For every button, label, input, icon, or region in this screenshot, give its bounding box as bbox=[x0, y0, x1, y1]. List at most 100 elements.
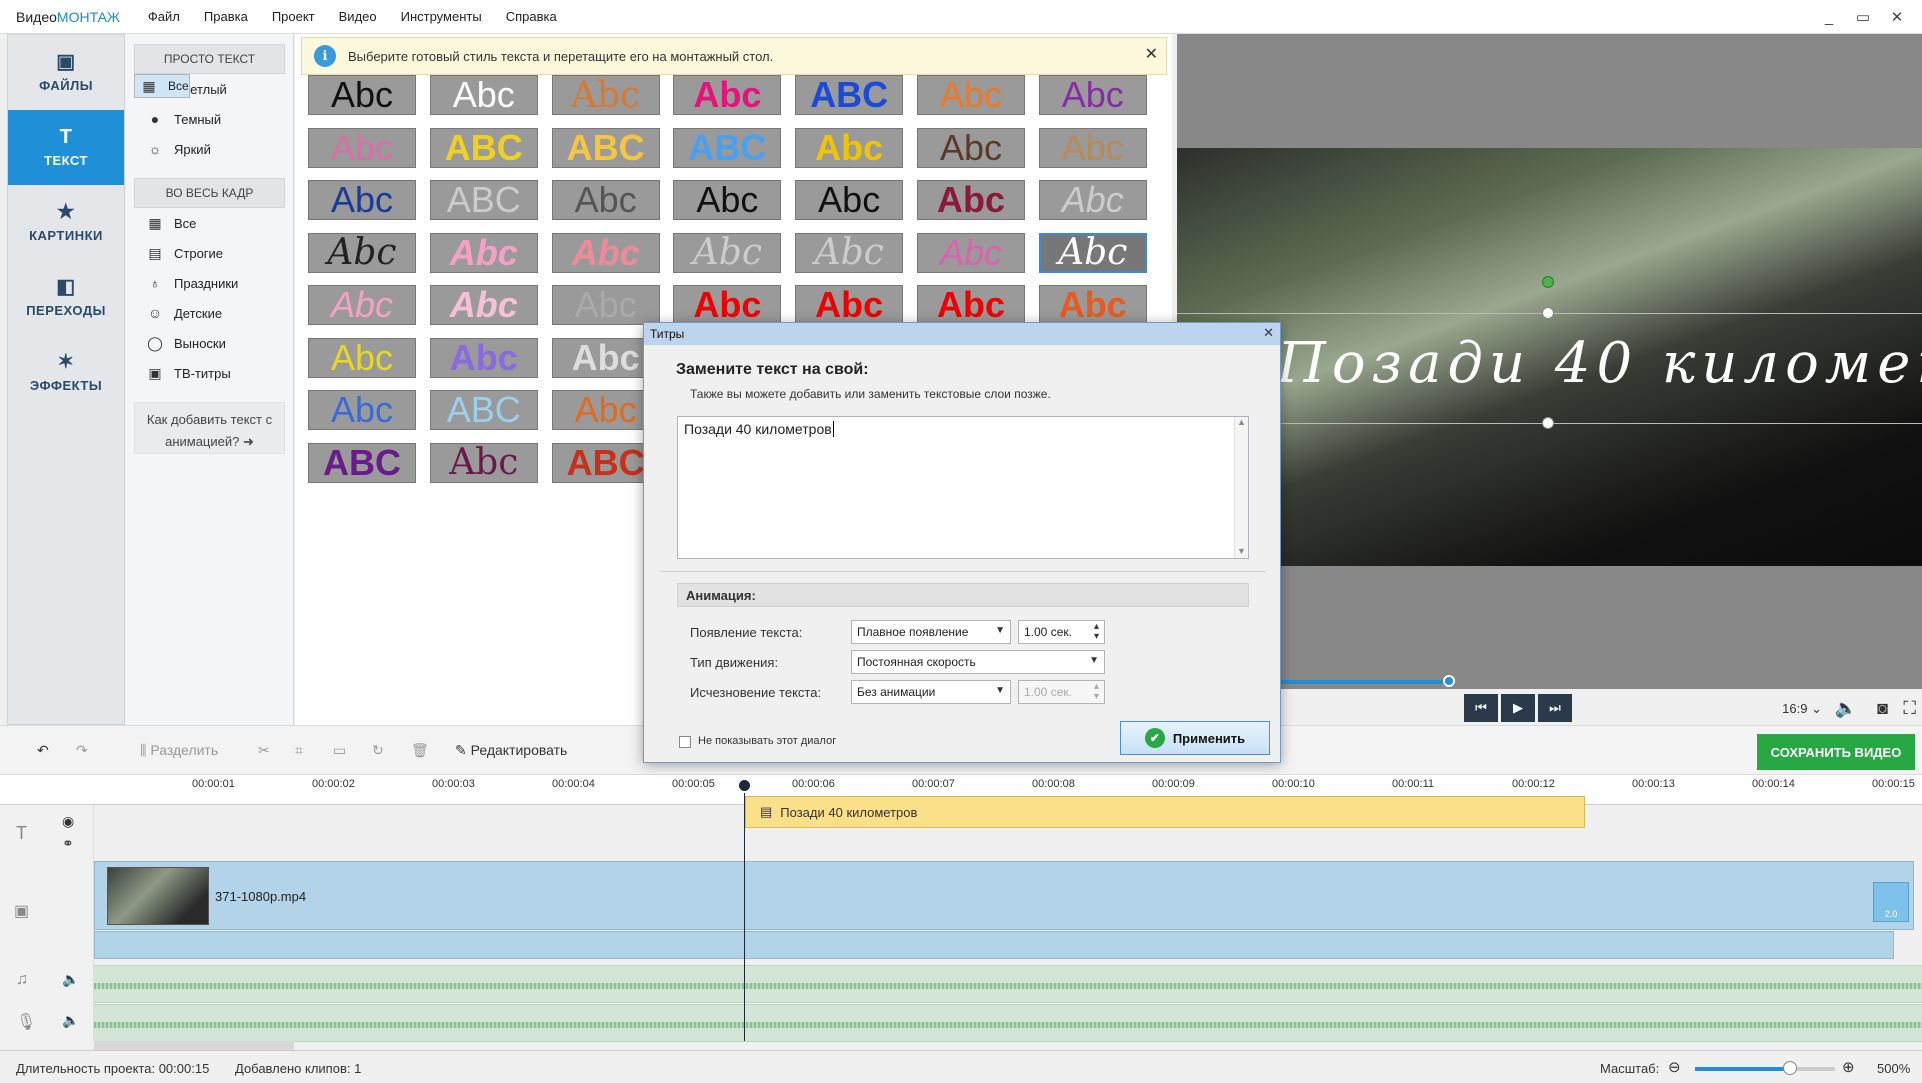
eye-icon[interactable]: ◉ bbox=[62, 813, 74, 830]
speaker-icon[interactable]: 🔈 bbox=[62, 1012, 79, 1029]
close-icon[interactable]: ✕ bbox=[1145, 44, 1158, 64]
text-style-tile[interactable]: Abc bbox=[308, 75, 416, 115]
minimize-icon[interactable]: _ bbox=[1812, 9, 1846, 26]
text-style-tile[interactable]: ABC bbox=[429, 390, 538, 430]
resize-handle-bottom[interactable] bbox=[1542, 417, 1554, 429]
category-full-all[interactable]: ▦ Все bbox=[134, 208, 285, 238]
nav-transitions[interactable]: ◧ ПЕРЕХОДЫ bbox=[8, 260, 124, 335]
camera-icon[interactable]: ◙ bbox=[1877, 698, 1888, 719]
text-style-tile[interactable]: Abc bbox=[1038, 180, 1147, 220]
save-video-button[interactable]: СОХРАНИТЬ ВИДЕО bbox=[1757, 734, 1915, 770]
voice-track[interactable] bbox=[94, 1004, 1922, 1042]
text-style-tile[interactable]: Abc bbox=[429, 442, 538, 483]
crop-icon[interactable]: ⌗ bbox=[295, 742, 303, 759]
text-style-tile[interactable]: Abc bbox=[1038, 232, 1147, 273]
edit-button[interactable]: ✎ Редактировать bbox=[455, 742, 567, 759]
resize-handle-top[interactable] bbox=[1542, 307, 1554, 319]
playback-knob[interactable] bbox=[1443, 675, 1455, 687]
frame-icon[interactable]: ▭ bbox=[333, 742, 346, 759]
menu-tools[interactable]: Инструменты bbox=[389, 9, 494, 24]
text-style-tile[interactable]: Abc bbox=[551, 232, 660, 273]
motion-select[interactable]: Постоянная скорость ▼ bbox=[851, 650, 1105, 674]
menu-project[interactable]: Проект bbox=[260, 9, 327, 24]
text-style-tile[interactable]: ABC bbox=[429, 127, 538, 168]
text-style-tile[interactable]: Abc bbox=[308, 337, 416, 378]
category-strict[interactable]: ▤ Строгие bbox=[134, 238, 285, 268]
text-style-tile[interactable]: Abc bbox=[795, 127, 904, 168]
next-frame-button[interactable]: ⏭ bbox=[1538, 694, 1572, 722]
rotate-handle[interactable] bbox=[1542, 276, 1554, 288]
delete-icon[interactable]: 🗑 bbox=[411, 742, 429, 759]
text-style-tile[interactable]: Abc bbox=[1038, 127, 1147, 168]
text-style-tile[interactable]: Abc bbox=[673, 180, 782, 220]
appear-time-stepper[interactable]: 1.00 сек. ▴ ▾ bbox=[1018, 620, 1105, 644]
video-clip[interactable]: 371-1080p.mp4 2.0 bbox=[94, 861, 1914, 930]
category-bright[interactable]: ☼ Яркий bbox=[134, 134, 285, 164]
text-style-tile[interactable]: Abc bbox=[429, 337, 538, 378]
nav-effects[interactable]: ✶ ЭФФЕКТЫ bbox=[8, 335, 124, 410]
text-style-tile[interactable]: Abc bbox=[917, 180, 1025, 220]
text-style-tile[interactable]: ABC bbox=[308, 442, 416, 483]
close-icon[interactable]: ✕ bbox=[1880, 8, 1914, 26]
close-icon[interactable]: ✕ bbox=[1263, 325, 1274, 341]
category-tv-titles[interactable]: ▣ ТВ-титры bbox=[134, 358, 285, 388]
overlay-text[interactable]: Позади 40 километров bbox=[1277, 331, 1922, 396]
text-style-tile[interactable]: ABC bbox=[795, 75, 904, 115]
link-icon[interactable]: ⚭ bbox=[62, 835, 74, 852]
cut-icon[interactable]: ✂ bbox=[258, 742, 270, 759]
text-style-tile[interactable]: Abc bbox=[308, 180, 416, 220]
video-clip-audio[interactable] bbox=[94, 931, 1894, 959]
dont-show-checkbox[interactable] bbox=[679, 736, 691, 748]
menu-file[interactable]: Файл bbox=[136, 9, 192, 24]
aspect-ratio-select[interactable]: 16:9 ⌄ bbox=[1782, 701, 1822, 717]
category-callouts[interactable]: ◯ Выноски bbox=[134, 328, 285, 358]
prev-frame-button[interactable]: ⏮ bbox=[1464, 694, 1498, 722]
text-style-tile[interactable]: Abc bbox=[673, 232, 782, 273]
nav-pictures[interactable]: ★ КАРТИНКИ bbox=[8, 185, 124, 260]
category-kids[interactable]: ☺ Детские bbox=[134, 298, 285, 328]
stepper-icon[interactable]: ▴ ▾ bbox=[1094, 622, 1099, 642]
category-dark[interactable]: ● Темный bbox=[134, 104, 285, 134]
menu-video[interactable]: Видео bbox=[327, 9, 389, 24]
text-style-tile[interactable]: Abc bbox=[429, 285, 538, 325]
music-track[interactable] bbox=[94, 965, 1922, 1003]
howto-animation-link[interactable]: Как добавить текст с анимацией? ➜ bbox=[134, 402, 285, 454]
title-text-input[interactable]: Позади 40 километров ▲ ▼ bbox=[677, 416, 1249, 559]
text-style-tile[interactable]: ABC bbox=[673, 127, 782, 168]
text-style-tile[interactable]: Abc bbox=[917, 127, 1025, 168]
text-style-tile[interactable]: Abc bbox=[917, 232, 1025, 273]
disappear-select[interactable]: Без анимации ▼ bbox=[851, 680, 1011, 704]
text-style-tile[interactable]: Abc bbox=[1038, 75, 1147, 115]
fullscreen-icon[interactable]: ⛶ bbox=[1903, 698, 1916, 719]
title-clip[interactable]: ▤ Позади 40 километров bbox=[745, 796, 1585, 828]
text-style-tile[interactable]: Abc bbox=[308, 232, 416, 273]
rotate-icon[interactable]: ↻ bbox=[372, 742, 384, 759]
transition-marker[interactable]: 2.0 bbox=[1873, 882, 1909, 922]
menu-edit[interactable]: Правка bbox=[192, 9, 260, 24]
text-style-tile[interactable]: Abc bbox=[673, 285, 782, 325]
playhead-knob[interactable] bbox=[737, 778, 752, 793]
text-style-tile[interactable]: Abc bbox=[551, 285, 660, 325]
textarea-scrollbar[interactable]: ▲ ▼ bbox=[1234, 417, 1248, 558]
apply-button[interactable]: ✔ Применить bbox=[1120, 721, 1270, 755]
text-style-tile[interactable]: Abc bbox=[551, 180, 660, 220]
category-all[interactable]: ▦ Все bbox=[134, 74, 190, 98]
text-style-tile[interactable]: Abc bbox=[429, 232, 538, 273]
volume-icon[interactable]: 🔈 bbox=[1835, 698, 1857, 719]
text-style-tile[interactable]: Abc bbox=[917, 285, 1025, 325]
text-style-tile[interactable]: Abc bbox=[429, 75, 538, 115]
text-style-tile[interactable]: ABC bbox=[429, 180, 538, 220]
maximize-icon[interactable]: ▭ bbox=[1846, 8, 1880, 26]
category-holidays[interactable]: ♁ Праздники bbox=[134, 268, 285, 298]
text-style-tile[interactable]: Abc bbox=[308, 127, 416, 168]
split-button[interactable]: ⫼ Разделить bbox=[140, 742, 218, 759]
text-style-tile[interactable]: Abc bbox=[308, 390, 416, 430]
zoom-slider[interactable] bbox=[1695, 1061, 1835, 1075]
text-style-tile[interactable]: Abc bbox=[673, 75, 782, 115]
menu-help[interactable]: Справка bbox=[494, 9, 569, 24]
text-style-tile[interactable]: Abc bbox=[917, 75, 1025, 115]
text-style-tile[interactable]: Abc bbox=[795, 232, 904, 273]
text-style-tile[interactable]: Abc bbox=[795, 285, 904, 325]
appear-select[interactable]: Плавное появление ▼ bbox=[851, 620, 1011, 644]
redo-icon[interactable]: ↷ bbox=[76, 742, 88, 759]
